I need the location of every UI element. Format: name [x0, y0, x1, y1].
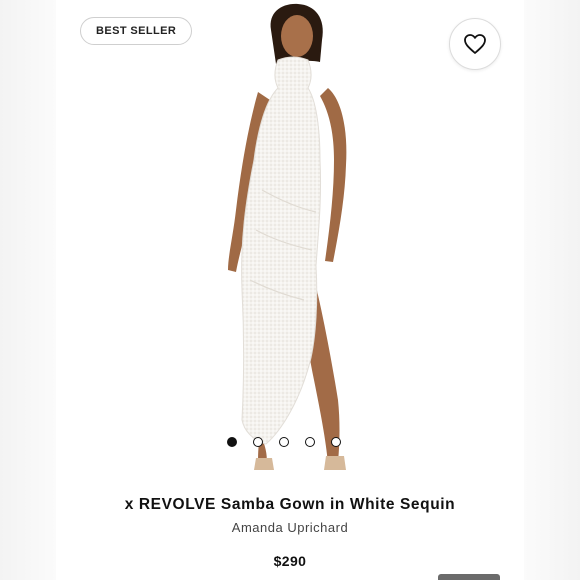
product-price: $290 [273, 553, 307, 569]
carousel-dot-4[interactable] [305, 437, 315, 447]
right-gutter [524, 0, 580, 580]
carousel-dot-5[interactable] [331, 437, 341, 447]
bottom-tab-indicator [438, 574, 500, 580]
heart-icon [464, 34, 486, 54]
product-card: BEST SELLER x REVOLVE Samba Gown in Whit… [0, 0, 580, 580]
product-info: x REVOLVE Samba Gown in White Sequin Ama… [0, 496, 580, 569]
left-gutter [0, 0, 56, 580]
carousel-dot-1[interactable] [227, 437, 237, 447]
best-seller-label: BEST SELLER [96, 25, 177, 37]
wishlist-button[interactable] [449, 18, 501, 70]
carousel-dot-3[interactable] [279, 437, 289, 447]
carousel-dot-2[interactable] [253, 437, 263, 447]
best-seller-badge: BEST SELLER [80, 17, 193, 45]
product-title[interactable]: x REVOLVE Samba Gown in White Sequin [0, 496, 580, 514]
product-brand[interactable]: Amanda Uprichard [0, 520, 580, 535]
product-image[interactable] [170, 0, 410, 470]
carousel-dots [227, 437, 341, 449]
